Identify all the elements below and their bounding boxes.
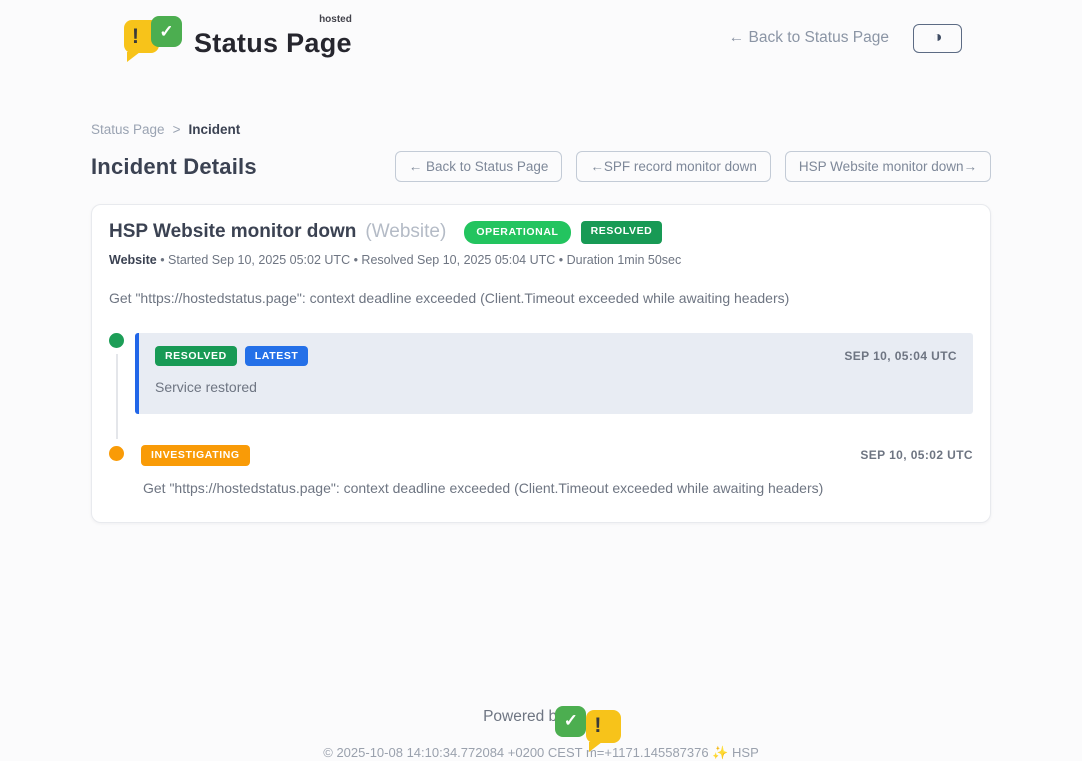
footer-logo-icon[interactable]: ! ✓ xyxy=(574,706,599,728)
timeline-dot-resolved xyxy=(109,333,124,348)
copyright-text: © 2025-10-08 14:10:34.772084 +0200 CEST … xyxy=(0,745,1082,761)
timeline-message: Get "https://hostedstatus.page": context… xyxy=(141,480,973,496)
brand-name: Status Page xyxy=(194,28,352,58)
powered-by-row: Powered by ! ✓ xyxy=(483,706,599,728)
incident-card: HSP Website monitor down (Website) OPERA… xyxy=(91,204,991,523)
incident-component-label: (Website) xyxy=(365,221,446,243)
timeline-dot-investigating xyxy=(109,446,124,461)
timeline-resolved-badge: RESOLVED xyxy=(155,346,237,367)
timeline-timestamp: SEP 10, 05:02 UTC xyxy=(860,448,973,462)
checkmark-icon: ✓ xyxy=(151,16,182,47)
timeline-panel-latest: RESOLVED LATEST SEP 10, 05:04 UTC Servic… xyxy=(135,333,973,415)
breadcrumb-separator: > xyxy=(173,122,181,137)
brand-text: hosted Status Page xyxy=(194,18,352,59)
operational-badge: OPERATIONAL xyxy=(464,221,570,244)
timeline-investigating-badge: INVESTIGATING xyxy=(141,445,250,466)
incident-description: Get "https://hostedstatus.page": context… xyxy=(109,290,973,306)
timeline-timestamp: SEP 10, 05:04 UTC xyxy=(844,349,957,363)
main-content: Status Page > Incident Incident Details … xyxy=(91,122,991,523)
incident-meta: Website • Started Sep 10, 2025 05:02 UTC… xyxy=(109,253,973,267)
status-page-logo-icon: ! ✓ xyxy=(124,16,182,60)
back-to-status-page-button[interactable]: ← Back to Status Page xyxy=(395,151,563,182)
checkmark-icon: ✓ xyxy=(555,706,586,737)
top-bar: ! ✓ hosted Status Page ← Back to Status … xyxy=(0,0,1082,76)
resolved-badge: RESOLVED xyxy=(581,221,663,244)
contrast-icon: ◑ xyxy=(933,29,943,47)
incident-title: HSP Website monitor down xyxy=(109,221,356,243)
timeline-badge-row: RESOLVED LATEST SEP 10, 05:04 UTC xyxy=(155,346,957,367)
incident-status-badges: OPERATIONAL RESOLVED xyxy=(464,221,662,244)
header-right: ← Back to Status Page ◑ xyxy=(729,24,962,53)
timeline-entry-investigating: INVESTIGATING SEP 10, 05:02 UTC Get "htt… xyxy=(109,445,973,496)
prev-incident-button[interactable]: ←SPF record monitor down xyxy=(576,151,771,182)
exclamation-bubble-icon: ! xyxy=(586,710,621,743)
timeline-entry-resolved: RESOLVED LATEST SEP 10, 05:04 UTC Servic… xyxy=(109,333,973,415)
incident-meta-component: Website xyxy=(109,253,157,267)
breadcrumb-incident: Incident xyxy=(188,122,240,137)
incident-timeline: RESOLVED LATEST SEP 10, 05:04 UTC Servic… xyxy=(109,333,973,496)
breadcrumb: Status Page > Incident xyxy=(91,122,991,137)
next-incident-button[interactable]: HSP Website monitor down→ xyxy=(785,151,991,182)
page-title: Incident Details xyxy=(91,154,257,180)
incident-title-row: HSP Website monitor down (Website) OPERA… xyxy=(109,221,973,244)
incident-meta-details: • Started Sep 10, 2025 05:02 UTC • Resol… xyxy=(160,253,681,267)
powered-by-label: Powered by xyxy=(483,708,565,726)
header-back-to-status-link[interactable]: ← Back to Status Page xyxy=(729,29,889,47)
brand-hosted-label: hosted xyxy=(319,14,352,25)
timeline-latest-badge: LATEST xyxy=(245,346,309,367)
theme-toggle-button[interactable]: ◑ xyxy=(913,24,962,53)
breadcrumb-status-page[interactable]: Status Page xyxy=(91,122,165,137)
timeline-badge-row: INVESTIGATING SEP 10, 05:02 UTC xyxy=(141,445,973,466)
title-row: Incident Details ← Back to Status Page ←… xyxy=(91,151,991,182)
footer: Powered by ! ✓ © 2025-10-08 14:10:34.772… xyxy=(0,706,1082,761)
timeline-message: Service restored xyxy=(155,379,957,395)
incident-nav-buttons: ← Back to Status Page ←SPF record monito… xyxy=(395,151,991,182)
brand-logo[interactable]: ! ✓ hosted Status Page xyxy=(124,16,352,60)
